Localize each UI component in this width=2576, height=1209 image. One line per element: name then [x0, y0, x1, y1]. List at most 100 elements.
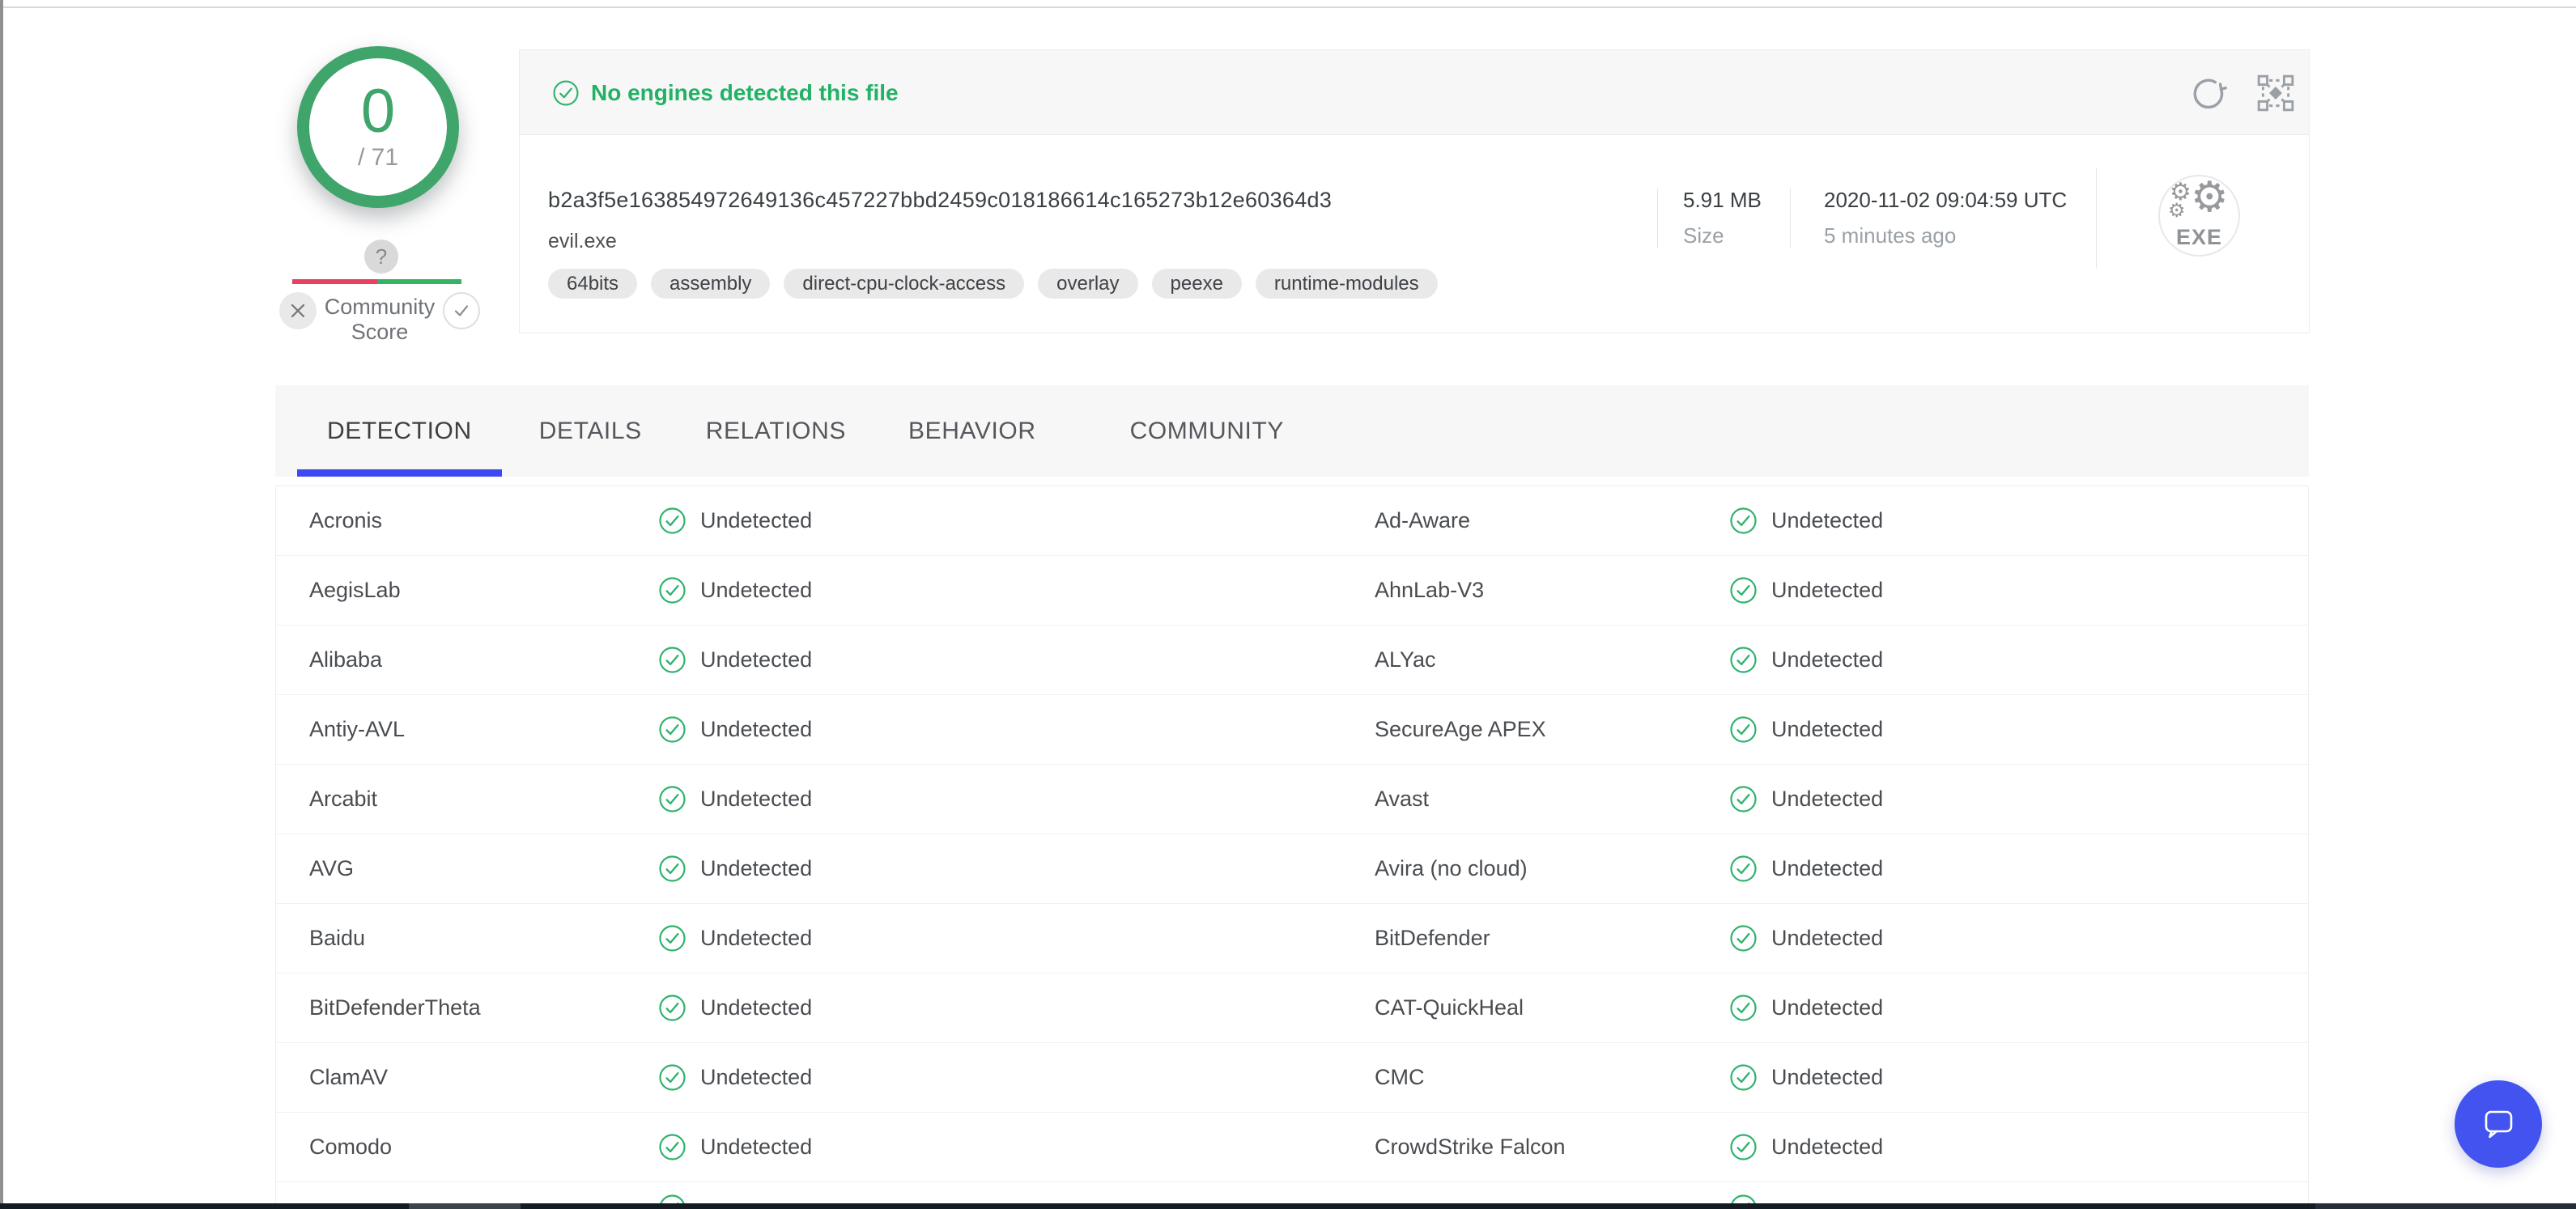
- engine-status-label: Undetected: [1771, 787, 1883, 812]
- tab-relations[interactable]: RELATIONS: [706, 385, 846, 477]
- report-tabs: DETECTION DETAILS RELATIONS BEHAVIOR COMMUNI…: [275, 385, 2309, 477]
- detection-score-circle: 0 / 71: [297, 46, 459, 208]
- engine-name: CrowdStrike Falcon: [1375, 1135, 1729, 1160]
- engine-status-label: Undetected: [1771, 1135, 1883, 1160]
- undetected-check-icon: [658, 855, 687, 883]
- engine-status: Undetected: [658, 994, 1375, 1022]
- engine-name: CAT-QuickHeal: [1375, 995, 1729, 1020]
- engine-status-label: Undetected: [700, 717, 812, 742]
- undetected-check-icon: [658, 924, 687, 952]
- engine-name: AegisLab: [309, 578, 658, 603]
- analysis-date-value: 2020-11-02 09:04:59 UTC: [1824, 188, 2067, 213]
- detection-results-table: Acronis Undetected Ad-Aware Undetected A…: [275, 486, 2309, 1209]
- file-type-badge: ⚙ ⚙ ⚙ EXE: [2158, 175, 2240, 257]
- undetected-check-icon: [1729, 785, 1758, 813]
- detection-score-value: 0: [361, 83, 395, 141]
- file-tags: 64bits assembly direct-cpu-clock-access ove…: [548, 269, 1438, 299]
- engine-name: Avast: [1375, 787, 1729, 812]
- sentiment-bar-negative: [292, 279, 377, 284]
- file-tag[interactable]: 64bits: [548, 269, 637, 299]
- engine-status-label: Undetected: [1771, 647, 1883, 672]
- engine-name: AhnLab-V3: [1375, 578, 1729, 603]
- engine-status: Undetected: [1729, 855, 2308, 883]
- engine-status: Undetected: [1729, 994, 2308, 1022]
- engine-status: Undetected: [1729, 576, 2308, 604]
- engine-status: Undetected: [658, 715, 1375, 744]
- undetected-check-icon: [658, 715, 687, 744]
- analysis-date-block: 2020-11-02 09:04:59 UTC 5 minutes ago: [1824, 188, 2067, 248]
- tab-detection[interactable]: DETECTION: [327, 385, 472, 477]
- engine-status-label: Undetected: [700, 1065, 812, 1090]
- engine-status-label: Undetected: [700, 578, 812, 603]
- engine-name: ClamAV: [309, 1065, 658, 1090]
- engine-status-label: Undetected: [1771, 717, 1883, 742]
- engine-name: Baidu: [309, 926, 658, 951]
- undetected-check-icon: [658, 507, 687, 535]
- engine-status-label: Undetected: [700, 647, 812, 672]
- engine-status-label: Undetected: [1771, 856, 1883, 881]
- engine-name: Acronis: [309, 508, 658, 533]
- chat-button[interactable]: [2455, 1080, 2542, 1168]
- engine-status: Undetected: [1729, 924, 2308, 952]
- reanalyze-icon[interactable]: [2189, 74, 2228, 113]
- detection-row: Alibaba Undetected ALYac Undetected: [276, 626, 2308, 695]
- engine-status: Undetected: [1729, 646, 2308, 674]
- detection-row: Baidu Undetected BitDefender Undetected: [276, 904, 2308, 974]
- engine-status-label: Undetected: [700, 856, 812, 881]
- undetected-check-icon: [658, 576, 687, 604]
- engine-status-label: Undetected: [1771, 926, 1883, 951]
- undetected-check-icon: [1729, 507, 1758, 535]
- engine-name: SecureAge APEX: [1375, 717, 1729, 742]
- chat-bubble-icon: [2476, 1101, 2521, 1147]
- engine-status: Undetected: [1729, 1063, 2308, 1092]
- vote-malicious-button[interactable]: [279, 292, 317, 329]
- engine-status: Undetected: [658, 1133, 1375, 1161]
- engine-name: Avira (no cloud): [1375, 856, 1729, 881]
- undetected-check-icon: [1729, 1063, 1758, 1092]
- check-icon: [453, 302, 470, 320]
- detection-row: ClamAV Undetected CMC Undetected: [276, 1043, 2308, 1113]
- check-circle-icon: [552, 79, 580, 107]
- file-size-value: 5.91 MB: [1683, 188, 1762, 213]
- detection-score-total: / 71: [358, 144, 398, 172]
- file-tag[interactable]: runtime-modules: [1256, 269, 1438, 299]
- engine-status-label: Undetected: [1771, 578, 1883, 603]
- undetected-check-icon: [1729, 646, 1758, 674]
- undetected-check-icon: [658, 646, 687, 674]
- file-tag[interactable]: assembly: [651, 269, 770, 299]
- engine-status: Undetected: [1729, 785, 2308, 813]
- file-tag[interactable]: peexe: [1152, 269, 1242, 299]
- community-score-marker: ?: [364, 240, 398, 274]
- file-type-label: EXE: [2160, 225, 2238, 250]
- tab-community[interactable]: COMMUNITY: [1130, 385, 1284, 477]
- engine-status-label: Undetected: [700, 995, 812, 1020]
- window-top-edge: [3, 6, 2576, 8]
- scrollbar-thumb[interactable]: [409, 1203, 521, 1209]
- engine-status-label: Undetected: [700, 508, 812, 533]
- undetected-check-icon: [658, 1133, 687, 1161]
- file-sha256-hash: b2a3f5e163854972649136c457227bbd2459c018…: [548, 188, 1332, 213]
- window-bottom-edge: [0, 1203, 2576, 1209]
- engine-status-label: Undetected: [700, 926, 812, 951]
- detection-row: Acronis Undetected Ad-Aware Undetected: [276, 486, 2308, 556]
- engine-status: Undetected: [658, 646, 1375, 674]
- undetected-check-icon: [1729, 855, 1758, 883]
- similar-files-icon[interactable]: [2255, 73, 2296, 113]
- undetected-check-icon: [658, 994, 687, 1022]
- engine-status-label: Undetected: [1771, 1065, 1883, 1090]
- tab-behavior[interactable]: BEHAVIOR: [908, 385, 1036, 477]
- file-size-block: 5.91 MB Size: [1683, 188, 1762, 248]
- engine-name: Arcabit: [309, 787, 658, 812]
- gear-icon: ⚙: [2191, 175, 2229, 222]
- tab-details[interactable]: DETAILS: [539, 385, 642, 477]
- x-icon: [290, 303, 306, 319]
- engine-status-label: Undetected: [700, 787, 812, 812]
- undetected-check-icon: [1729, 1133, 1758, 1161]
- file-tag[interactable]: overlay: [1038, 269, 1137, 299]
- file-tag[interactable]: direct-cpu-clock-access: [784, 269, 1024, 299]
- vote-harmless-button[interactable]: [443, 292, 480, 329]
- detection-row: Comodo Undetected CrowdStrike Falcon Und…: [276, 1113, 2308, 1182]
- meta-divider: [1790, 189, 1791, 248]
- engine-status: Undetected: [658, 507, 1375, 535]
- file-size-label: Size: [1683, 223, 1762, 248]
